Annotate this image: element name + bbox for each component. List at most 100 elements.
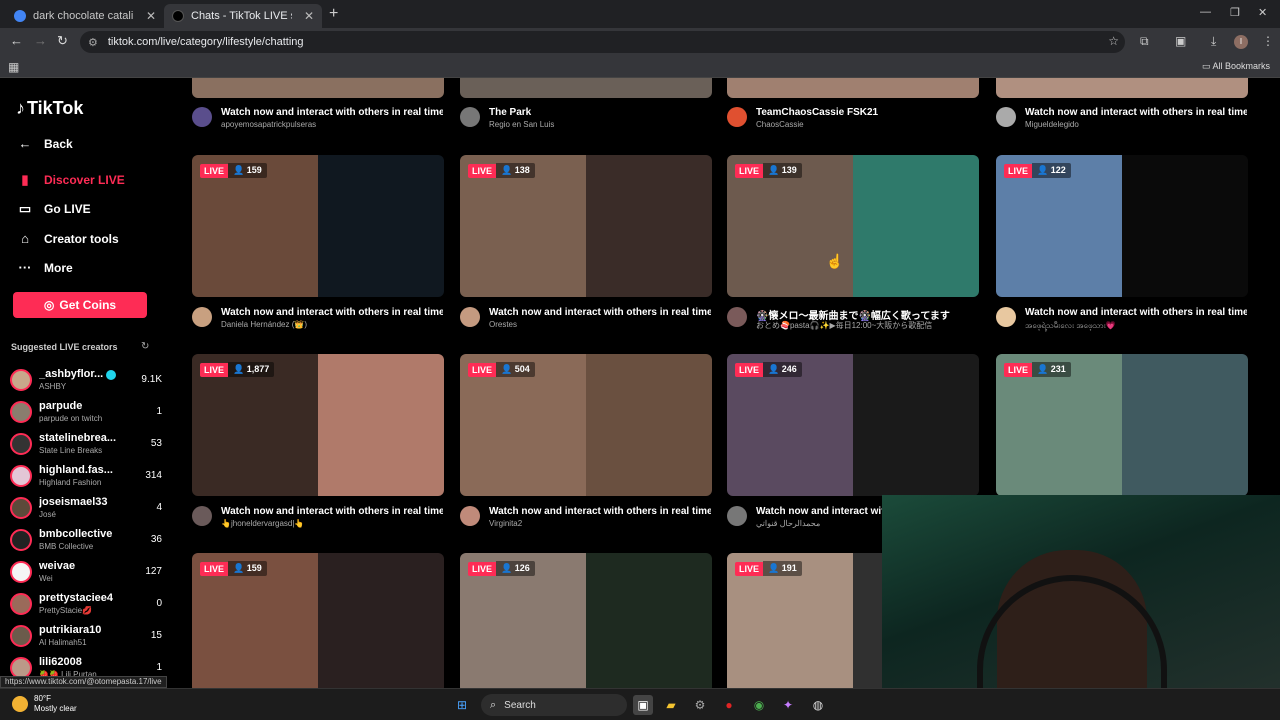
live-label: LIVE (735, 561, 764, 576)
settings-icon[interactable]: ⚙ (690, 695, 710, 715)
weather-widget[interactable]: 80°F Mostly clear (12, 694, 77, 714)
stream-caption[interactable]: 🎡懐メロ〜最新曲まで🎡幅広く歌ってます おとめ🍣pasta🎧✨▶毎日12:00~大… (727, 305, 979, 333)
new-tab-button[interactable]: + (329, 5, 338, 23)
windows-start-icon[interactable]: ⊞ (452, 695, 472, 715)
live-stream-thumbnail[interactable]: LIVE 👤 122 (996, 155, 1248, 297)
live-stream-thumbnail[interactable]: LIVE 👤 139 (727, 155, 979, 297)
streamer-avatar[interactable] (727, 506, 747, 526)
live-stream-thumbnail[interactable] (192, 78, 444, 98)
live-stream-thumbnail[interactable]: LIVE 👤 1,877 (192, 354, 444, 496)
stream-caption[interactable]: Watch now and interact with others in re… (192, 504, 444, 532)
extensions-icon[interactable]: ⧉ (1140, 34, 1149, 49)
all-bookmarks-link[interactable]: ▭ All Bookmarks (1202, 61, 1270, 72)
streamer-avatar[interactable] (192, 307, 212, 327)
stream-title: Watch now and interact with others in re… (489, 506, 711, 517)
back-link[interactable]: ← Back (16, 136, 73, 151)
nav-creator-tools[interactable]: ⌂ Creator tools (16, 231, 119, 246)
nav-more[interactable]: ··· More (16, 260, 73, 275)
get-coins-button[interactable]: ◎ Get Coins (13, 292, 147, 318)
cast-icon[interactable]: ▣ (1175, 34, 1186, 48)
close-icon[interactable]: ✕ (304, 9, 314, 23)
tab-tiktok[interactable]: Chats - TikTok LIVE streams ✕ (164, 4, 322, 28)
stream-caption[interactable]: Watch now and interact with others in re… (996, 105, 1248, 133)
streamer-name: Migueldelegido (1025, 120, 1079, 129)
stream-caption[interactable]: Watch now and interact with others in re… (460, 504, 712, 532)
streamer-avatar[interactable] (460, 506, 480, 526)
live-stream-thumbnail[interactable]: LIVE 👤 246 (727, 354, 979, 496)
suggested-creator-item[interactable]: joseismael33 José 4 (10, 493, 162, 523)
kebab-menu-icon[interactable]: ⋮ (1262, 34, 1274, 48)
chrome-icon[interactable]: ◉ (749, 695, 769, 715)
stream-caption[interactable]: TeamChaosCassie FSK21 ChaosCassie (727, 105, 979, 133)
apps-grid-icon[interactable]: ▦ (8, 60, 19, 74)
viewer-number: 246 (781, 364, 797, 374)
streamer-avatar[interactable] (996, 307, 1016, 327)
nav-discover-live[interactable]: ▮ Discover LIVE (16, 172, 124, 188)
live-stream-thumbnail[interactable] (727, 78, 979, 98)
live-stream-thumbnail[interactable]: LIVE 👤 159 (192, 553, 444, 688)
sidebar: ♪ TikTok ← Back ▮ Discover LIVE ▭ Go LIV… (0, 78, 176, 688)
google-icon (14, 10, 26, 22)
live-stream-thumbnail[interactable] (996, 78, 1248, 98)
close-icon[interactable]: ✕ (146, 9, 156, 23)
live-badge: LIVE 👤 246 (735, 362, 802, 377)
nav-go-live[interactable]: ▭ Go LIVE (16, 201, 91, 217)
close-window-icon[interactable]: ✕ (1258, 6, 1267, 19)
site-info-icon[interactable]: ⚙ (88, 36, 98, 49)
viewer-count: 127 (145, 566, 162, 577)
copilot-icon[interactable]: ✦ (778, 695, 798, 715)
streamer-avatar[interactable] (727, 107, 747, 127)
stream-caption[interactable]: Watch now and interact with others in re… (996, 305, 1248, 333)
streamer-avatar[interactable] (192, 506, 212, 526)
stream-caption[interactable]: Watch now and interact with others in re… (192, 105, 444, 133)
live-stream-thumbnail[interactable]: LIVE 👤 231 (996, 354, 1248, 496)
file-explorer-icon[interactable]: ▰ (661, 695, 681, 715)
streamer-avatar[interactable] (996, 107, 1016, 127)
stream-caption[interactable]: The Park Regio en San Luis (460, 105, 712, 133)
task-view-icon[interactable]: ▣ (633, 695, 653, 715)
suggested-creator-item[interactable]: bmbcollective BMB Collective 36 (10, 525, 162, 555)
suggested-creator-item[interactable]: highland.fas... Highland Fashion 314 (10, 461, 162, 491)
forward-arrow-icon[interactable]: → (34, 33, 47, 48)
profile-avatar[interactable]: I (1234, 35, 1248, 49)
stream-caption[interactable]: Watch now and interact with others in re… (192, 305, 444, 333)
streamer-avatar[interactable] (727, 307, 747, 327)
creator-name: joseismael33 (39, 496, 108, 508)
status-url: https://www.tiktok.com/@otomepasta.17/li… (0, 676, 167, 688)
suggested-creator-item[interactable]: putrikiara10 Al Halimah51 15 (10, 621, 162, 651)
suggested-creator-item[interactable]: _ashbyflor... ASHBY 9.1K (10, 365, 162, 395)
viewer-count: 👤 138 (496, 163, 535, 178)
minimize-icon[interactable]: — (1200, 6, 1211, 18)
bookmark-star-icon[interactable]: ☆ (1108, 34, 1119, 48)
suggested-creator-item[interactable]: statelinebrea... State Line Breaks 53 (10, 429, 162, 459)
tab-chocolate[interactable]: dark chocolate catalina crunch ✕ (6, 4, 164, 28)
streamer-avatar[interactable] (460, 307, 480, 327)
suggested-creator-item[interactable]: prettystaciee4 PrettyStacie💋 0 (10, 589, 162, 619)
address-bar[interactable]: ⚙ tiktok.com/live/category/lifestyle/cha… (80, 31, 1125, 53)
live-stream-thumbnail[interactable] (460, 78, 712, 98)
creator-subtitle: BMB Collective (39, 542, 94, 551)
viewer-number: 138 (514, 165, 530, 175)
live-stream-thumbnail[interactable]: LIVE 👤 126 (460, 553, 712, 688)
suggested-creator-item[interactable]: weivae Wei 127 (10, 557, 162, 587)
restore-icon[interactable]: ❐ (1230, 6, 1240, 19)
tab-title: Chats - TikTok LIVE streams (191, 10, 292, 22)
back-arrow-icon[interactable]: ← (10, 33, 23, 48)
suggested-creator-item[interactable]: parpude parpude on twitch 1 (10, 397, 162, 427)
stream-title: Watch now and interact with others in re… (221, 307, 443, 318)
live-stream-thumbnail[interactable]: LIVE 👤 504 (460, 354, 712, 496)
streamer-avatar[interactable] (460, 107, 480, 127)
tiktok-logo[interactable]: ♪ TikTok (16, 98, 83, 119)
obs-icon[interactable]: ◍ (808, 695, 828, 715)
nav-label: Go LIVE (44, 202, 91, 216)
taskbar-search[interactable]: ⌕ Search (481, 694, 627, 716)
live-stream-thumbnail[interactable]: LIVE 👤 159 (192, 155, 444, 297)
refresh-icon[interactable]: ↻ (141, 341, 149, 352)
download-icon[interactable]: ⤓ (1211, 34, 1216, 49)
live-stream-thumbnail[interactable]: LIVE 👤 138 (460, 155, 712, 297)
record-icon[interactable]: ● (719, 695, 739, 715)
stream-caption[interactable]: Watch now and interact with others in re… (460, 305, 712, 333)
reload-icon[interactable]: ↻ (57, 33, 68, 49)
streamer-avatar[interactable] (192, 107, 212, 127)
dots-icon: ··· (18, 260, 32, 275)
